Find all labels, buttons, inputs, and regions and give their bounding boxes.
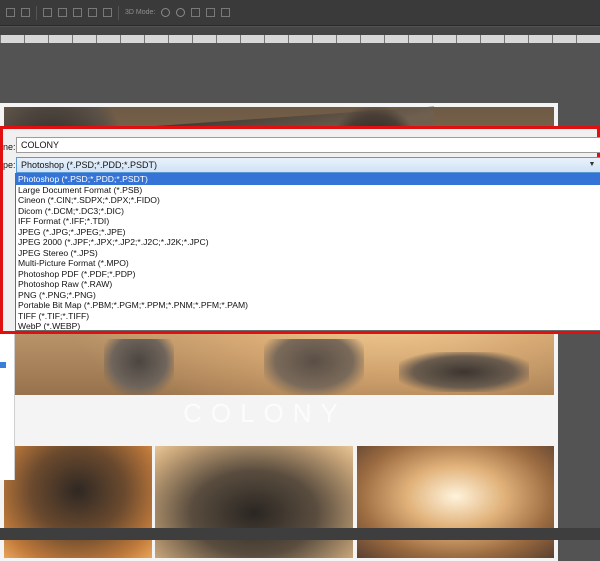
format-option[interactable]: WebP (*.WEBP)	[16, 321, 600, 330]
document-tab-bar	[0, 27, 600, 35]
move-icon[interactable]	[191, 8, 201, 17]
format-option[interactable]: PNG (*.PNG;*.PNG)	[16, 290, 600, 301]
align-center-icon[interactable]	[21, 8, 30, 17]
slide-icon[interactable]	[206, 8, 216, 17]
thumbnail-portrait	[4, 446, 152, 558]
horizontal-ruler	[0, 35, 600, 43]
save-as-dialog: ne: COLONY pe: Photoshop (*.PSD;*.PDD;*.…	[0, 126, 600, 334]
file-name-input[interactable]: COLONY	[16, 137, 600, 153]
pan-icon[interactable]	[176, 8, 186, 17]
artboard-title: COLONY	[183, 398, 347, 428]
rover-vehicle	[399, 352, 529, 392]
format-option[interactable]: JPEG 2000 (*.JPF;*.JPX;*.JP2;*.J2C;*.J2K…	[16, 237, 600, 248]
align-bottom-icon[interactable]	[88, 8, 97, 17]
format-option[interactable]: IFF Format (*.IFF;*.TDI)	[16, 216, 600, 227]
toolbar-divider	[118, 5, 119, 20]
align-top-icon[interactable]	[58, 8, 67, 17]
options-toolbar: 3D Mode:	[0, 0, 600, 26]
format-option[interactable]: Photoshop PDF (*.PDF;*.PDP)	[16, 269, 600, 280]
file-name-label: ne:	[3, 142, 16, 152]
panel-selection-marker	[0, 362, 6, 368]
scale-icon[interactable]	[221, 8, 231, 17]
selected-format-value: Photoshop (*.PSD;*.PDD;*.PSDT)	[21, 160, 158, 170]
format-option[interactable]: Photoshop (*.PSD;*.PDD;*.PSDT)	[16, 174, 600, 185]
soldier-figure	[264, 339, 364, 395]
thumbnail-buggy	[155, 446, 353, 558]
align-right-icon[interactable]	[43, 8, 52, 17]
save-as-type-label: pe:	[3, 160, 16, 170]
save-as-type-select[interactable]: Photoshop (*.PSD;*.PDD;*.PSDT) ▼	[16, 157, 600, 173]
toolbar-divider	[36, 5, 37, 20]
format-option[interactable]: JPEG (*.JPG;*.JPEG;*.JPE)	[16, 227, 600, 238]
format-option[interactable]: Large Document Format (*.PSB)	[16, 185, 600, 196]
format-option[interactable]: JPEG Stereo (*.JPS)	[16, 248, 600, 259]
format-option[interactable]: Portable Bit Map (*.PBM;*.PGM;*.PPM;*.PN…	[16, 300, 600, 311]
soldier-figure	[104, 339, 174, 395]
chevron-down-icon[interactable]: ▼	[586, 158, 598, 172]
align-middle-icon[interactable]	[73, 8, 82, 17]
distribute-icon[interactable]	[103, 8, 112, 17]
rotate-icon[interactable]	[161, 8, 171, 17]
format-option[interactable]: TIFF (*.TIF;*.TIFF)	[16, 311, 600, 322]
horizontal-scrollbar[interactable]	[0, 528, 600, 540]
align-left-icon[interactable]	[6, 8, 15, 17]
format-option[interactable]: Multi-Picture Format (*.MPO)	[16, 258, 600, 269]
format-option[interactable]: Cineon (*.CIN;*.SDPX;*.DPX;*.FIDO)	[16, 195, 600, 206]
format-options-list[interactable]: Photoshop (*.PSD;*.PDD;*.PSDT) Large Doc…	[15, 173, 600, 331]
3d-mode-label: 3D Mode:	[125, 9, 156, 16]
format-option[interactable]: Dicom (*.DCM;*.DC3;*.DIC)	[16, 206, 600, 217]
format-option[interactable]: Photoshop Raw (*.RAW)	[16, 279, 600, 290]
thumbnail-lightning	[357, 446, 554, 558]
